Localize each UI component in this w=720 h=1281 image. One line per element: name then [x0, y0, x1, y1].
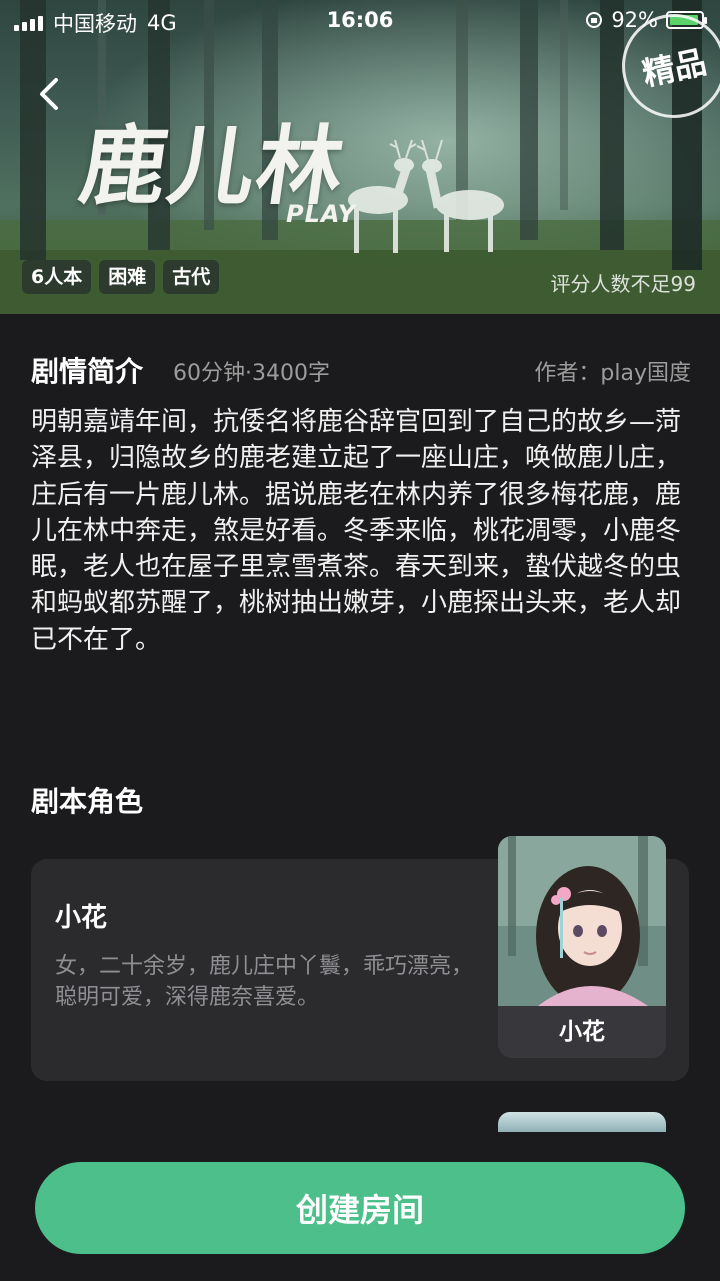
script-title-sub: PLAY — [286, 200, 357, 228]
author-label: 作者：play国度 — [534, 361, 691, 386]
role-name: 小花 — [55, 903, 108, 933]
status-bar: 中国移动 4G 16:06 92% — [0, 0, 720, 40]
premium-stamp-text: 精品 — [639, 42, 710, 94]
rating-note: 评分人数不足99 — [550, 272, 696, 296]
role-portrait-image — [498, 836, 666, 1006]
create-room-button[interactable]: 创建房间 — [35, 1162, 685, 1254]
tag-difficulty: 困难 — [99, 260, 156, 294]
tag-players: 6人本 — [22, 260, 92, 294]
orientation-lock-icon — [586, 12, 603, 28]
back-arrow-icon[interactable] — [30, 72, 70, 116]
synopsis-text: 明朝嘉靖年间，抗倭名将鹿谷辞官回到了自己的故乡—菏泽县，归隐故乡的鹿老建立起了一… — [31, 407, 682, 655]
intro-title: 剧情简介 — [31, 355, 144, 388]
roles-title: 剧本角色 — [31, 785, 144, 818]
role-portrait-label: 小花 — [498, 1006, 666, 1058]
tag-era: 古代 — [163, 260, 220, 294]
role-description: 女，二十余岁，鹿儿庄中丫鬟，乖巧漂亮，聪明可爱，深得鹿奈喜爱。 — [55, 954, 474, 1010]
role-portrait[interactable]: 小花 — [498, 836, 666, 1058]
intro-meta: 60分钟·3400字 — [173, 361, 330, 386]
hero-banner: 中国移动 4G 16:06 92% 精品 鹿儿林 PLAY 6人本 困难 古代 … — [0, 0, 720, 314]
tag-list: 6人本 困难 古代 — [22, 260, 220, 294]
next-role-portrait[interactable] — [498, 1112, 666, 1132]
intro-header: 剧情简介 60分钟·3400字 作者：play国度 — [31, 350, 691, 390]
